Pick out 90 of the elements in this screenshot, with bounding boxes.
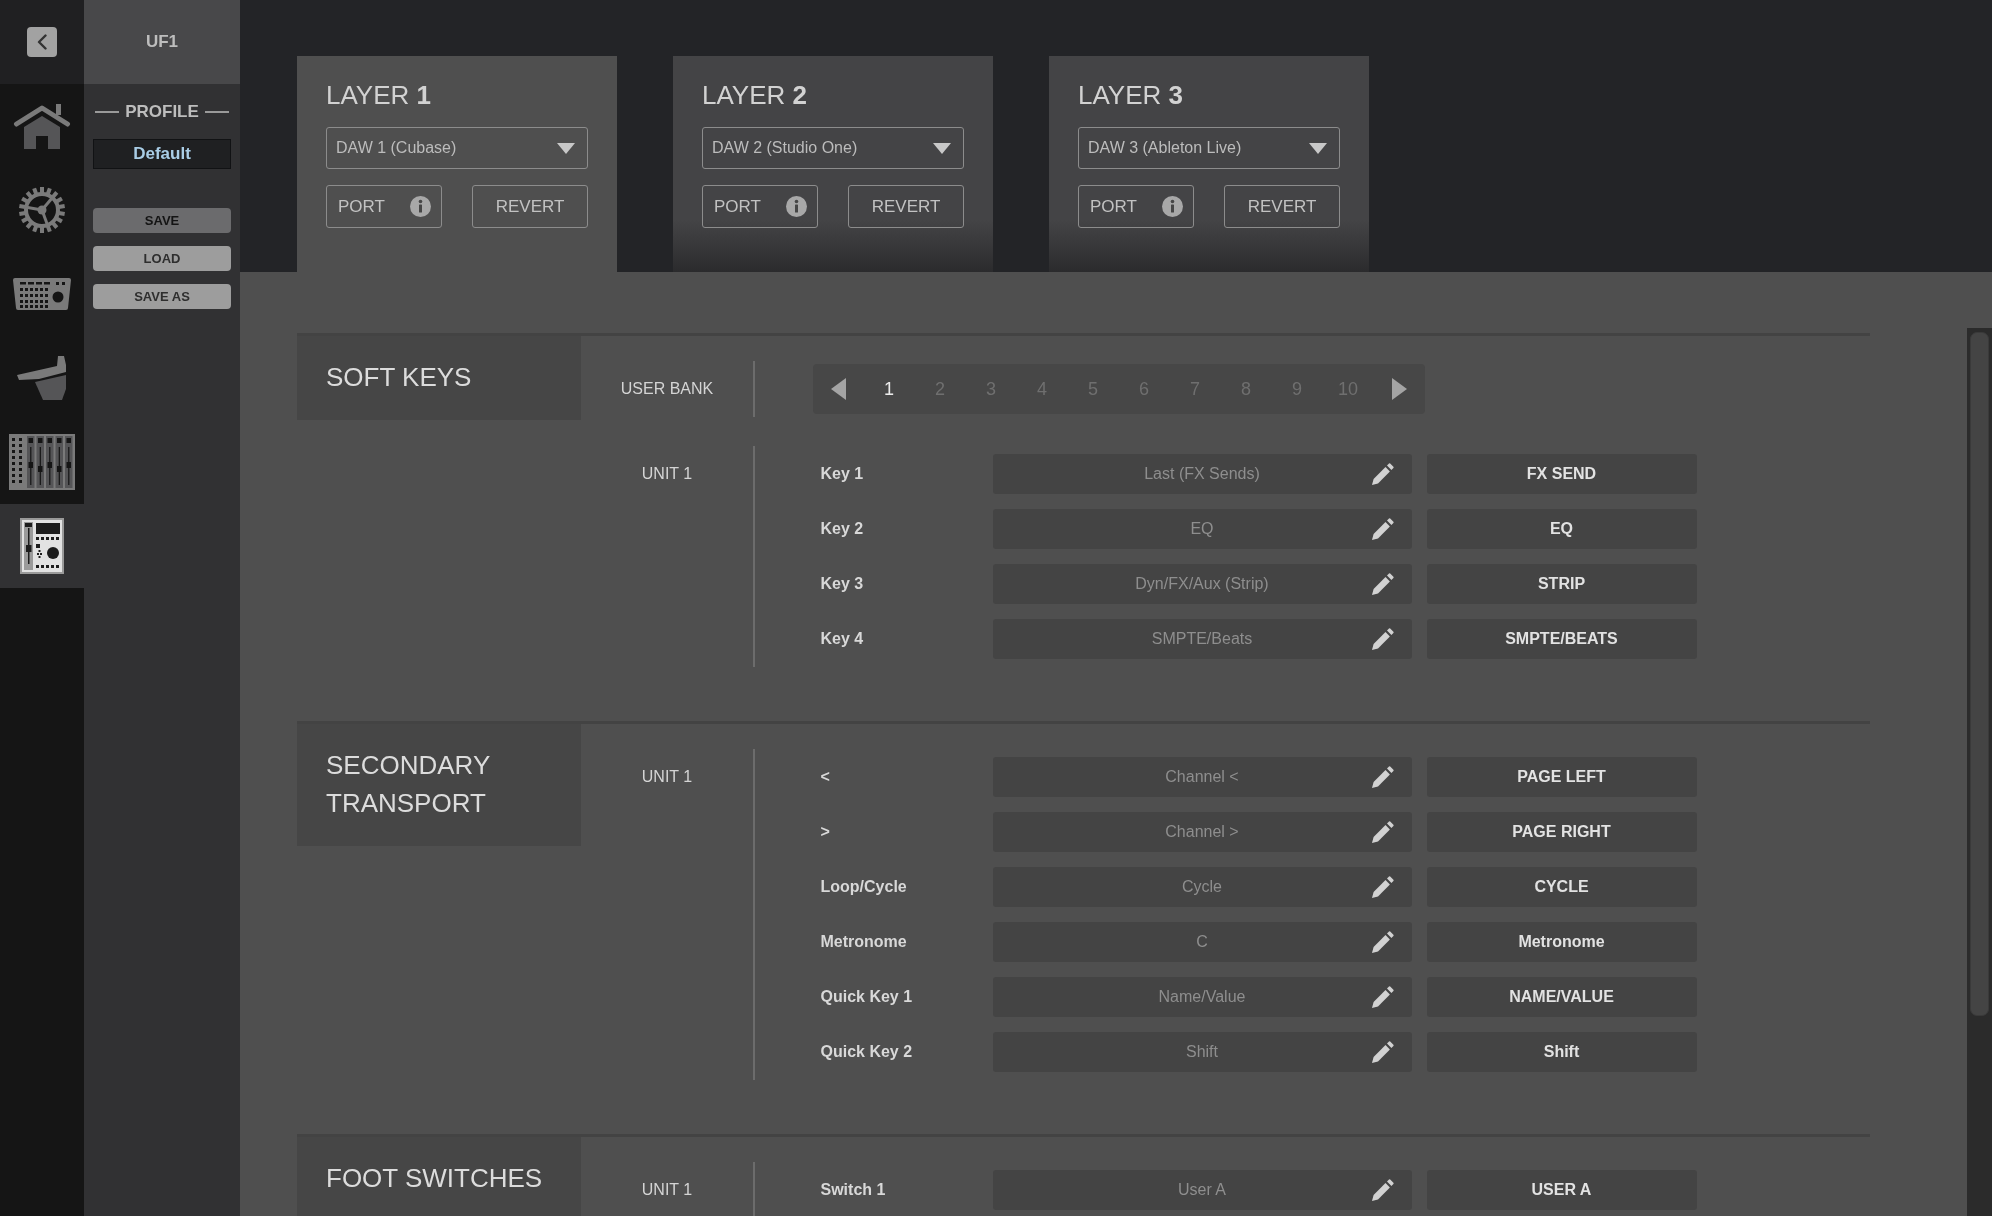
- mixer-icon: [9, 434, 75, 490]
- assignment-button[interactable]: Shift: [992, 1032, 1412, 1072]
- name-field[interactable]: PAGE RIGHT: [1426, 812, 1697, 852]
- caret-down-icon: [933, 142, 951, 154]
- layer-tab[interactable]: LAYER 2 DAW 2 (Studio One) PORT REVERT: [673, 56, 993, 272]
- key-label: Quick Key 1: [820, 988, 914, 1006]
- assignment-button[interactable]: EQ: [992, 509, 1412, 549]
- name-field[interactable]: EQ: [1426, 509, 1697, 549]
- port-button[interactable]: PORT: [326, 185, 442, 228]
- chevron-left-icon: [37, 34, 47, 50]
- assignment-button[interactable]: User A: [992, 1170, 1412, 1210]
- name-field[interactable]: PAGE LEFT: [1426, 757, 1697, 797]
- pencil-icon[interactable]: [1371, 821, 1394, 843]
- name-field[interactable]: CYCLE: [1426, 867, 1697, 907]
- pencil-icon[interactable]: [1371, 1179, 1394, 1201]
- daw-dropdown[interactable]: DAW 1 (Cubase): [326, 127, 588, 169]
- pencil-icon[interactable]: [1371, 1041, 1394, 1063]
- revert-button[interactable]: REVERT: [1224, 185, 1340, 228]
- name-field[interactable]: NAME/VALUE: [1426, 977, 1697, 1017]
- triangle-left-icon[interactable]: [830, 378, 846, 400]
- assignment-button[interactable]: Channel >: [992, 812, 1412, 852]
- device-panel-icon: [20, 518, 64, 574]
- unit-label: UNIT 1: [640, 767, 694, 787]
- home-icon: [13, 103, 71, 149]
- layer-title: LAYER 2: [702, 79, 808, 112]
- revert-button[interactable]: REVERT: [848, 185, 964, 228]
- triangle-right-icon[interactable]: [1391, 378, 1407, 400]
- name-field[interactable]: Metronome: [1426, 922, 1697, 962]
- layer-title: LAYER 3: [1078, 79, 1184, 112]
- name-field[interactable]: STRIP: [1426, 564, 1697, 604]
- key-label: Quick Key 2: [820, 1043, 914, 1061]
- pencil-icon[interactable]: [1371, 463, 1394, 485]
- name-field[interactable]: USER A: [1426, 1170, 1697, 1210]
- section-title: SECONDARY TRANSPORT: [297, 724, 581, 846]
- info-icon: [410, 196, 431, 217]
- profile-button[interactable]: SAVE AS: [93, 284, 231, 309]
- gear-icon: [19, 187, 65, 233]
- section-title: SOFT KEYS: [297, 336, 581, 420]
- pencil-icon[interactable]: [1371, 518, 1394, 540]
- profile-name-field[interactable]: Default: [93, 139, 231, 169]
- port-button[interactable]: PORT: [702, 185, 818, 228]
- daw-dropdown[interactable]: DAW 2 (Studio One): [702, 127, 964, 169]
- assignment-button[interactable]: Name/Value: [992, 977, 1412, 1017]
- pencil-icon[interactable]: [1371, 573, 1394, 595]
- key-label: Loop/Cycle: [820, 878, 908, 896]
- slanted-panel-icon: [17, 355, 67, 401]
- key-label: >: [820, 823, 831, 841]
- caret-down-icon: [557, 142, 575, 154]
- assignment-button[interactable]: Last (FX Sends): [992, 454, 1412, 494]
- section-title: FOOT SWITCHES: [297, 1137, 581, 1216]
- pencil-icon[interactable]: [1371, 931, 1394, 953]
- unit-label: UNIT 1: [640, 1180, 694, 1200]
- assignment-button[interactable]: SMPTE/Beats: [992, 619, 1412, 659]
- assignment-button[interactable]: Dyn/FX/Aux (Strip): [992, 564, 1412, 604]
- key-label: Key 4: [820, 630, 865, 648]
- key-label: Key 1: [820, 465, 865, 483]
- port-button[interactable]: PORT: [1078, 185, 1194, 228]
- info-icon: [1162, 196, 1183, 217]
- name-field[interactable]: SMPTE/BEATS: [1426, 619, 1697, 659]
- layer-tab[interactable]: LAYER 1 DAW 1 (Cubase) PORT REVERT: [297, 56, 617, 272]
- daw-dropdown[interactable]: DAW 3 (Ableton Live): [1078, 127, 1340, 169]
- name-field[interactable]: FX SEND: [1426, 454, 1697, 494]
- control-surface-icon: [12, 277, 72, 311]
- unit-label: UNIT 1: [640, 464, 694, 484]
- back-button[interactable]: [27, 27, 57, 57]
- assignment-button[interactable]: C: [992, 922, 1412, 962]
- key-label: <: [820, 768, 831, 786]
- pencil-icon[interactable]: [1371, 876, 1394, 898]
- pencil-icon[interactable]: [1371, 986, 1394, 1008]
- assignment-button[interactable]: Cycle: [992, 867, 1412, 907]
- scrollbar-thumb[interactable]: [1970, 332, 1989, 1016]
- page-button[interactable]: 1: [863, 364, 915, 414]
- layer-tab[interactable]: LAYER 3 DAW 3 (Ableton Live) PORT REVERT: [1049, 56, 1369, 272]
- profile-button[interactable]: LOAD: [93, 246, 231, 271]
- caret-down-icon: [1309, 142, 1327, 154]
- revert-button[interactable]: REVERT: [472, 185, 588, 228]
- pencil-icon[interactable]: [1371, 766, 1394, 788]
- nav-item[interactable]: [0, 504, 84, 588]
- key-label: Key 2: [820, 520, 865, 538]
- assignment-button[interactable]: Channel <: [992, 757, 1412, 797]
- profile-heading: PROFILE: [125, 102, 199, 122]
- layer-title: LAYER 1: [326, 79, 432, 112]
- key-label: Metronome: [820, 933, 908, 951]
- device-title: UF1: [145, 32, 179, 52]
- key-label: Key 3: [820, 575, 865, 593]
- bank-label: USER BANK: [619, 379, 715, 399]
- pencil-icon[interactable]: [1371, 628, 1394, 650]
- name-field[interactable]: Shift: [1426, 1032, 1697, 1072]
- key-label: Switch 1: [820, 1181, 887, 1199]
- info-icon: [786, 196, 807, 217]
